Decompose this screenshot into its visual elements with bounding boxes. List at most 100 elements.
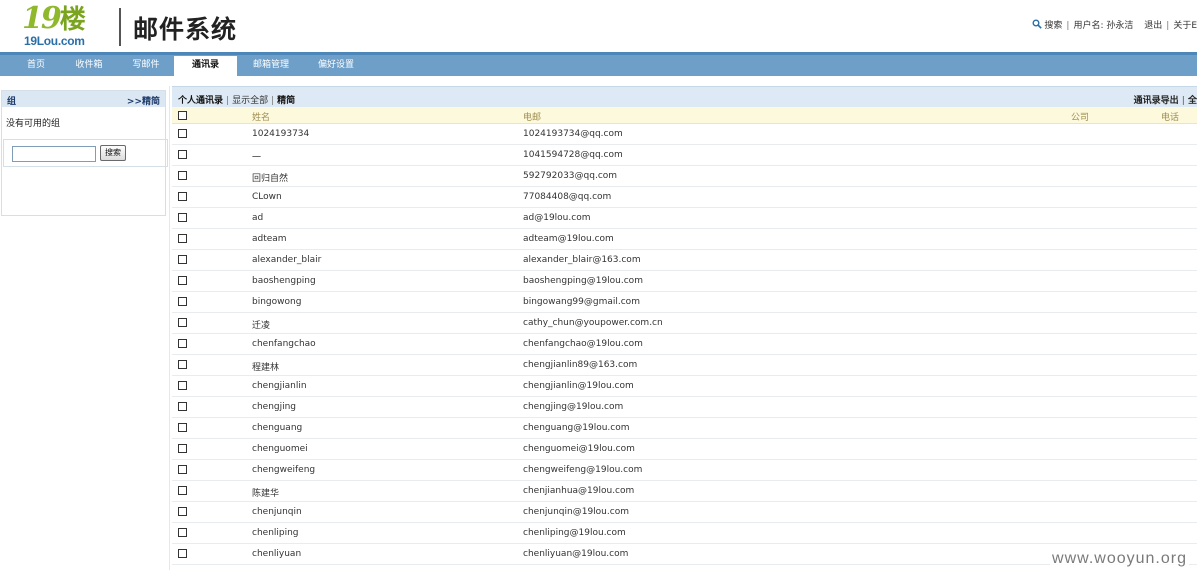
row-checkbox[interactable]: [178, 276, 187, 285]
contact-name[interactable]: chenguomei: [252, 444, 308, 454]
contact-name[interactable]: alexander_blair: [252, 255, 321, 265]
row-checkbox[interactable]: [178, 234, 187, 243]
show-all-link[interactable]: 显示全部: [232, 96, 268, 106]
contact-name[interactable]: 程建林: [252, 360, 279, 373]
about-link[interactable]: 关于E: [1173, 21, 1197, 31]
table-row[interactable]: chenjunqin chenjunqin@19lou.com: [172, 502, 1197, 523]
row-checkbox[interactable]: [178, 465, 187, 474]
nav-item-mailbox-settings[interactable]: 邮箱管理: [238, 55, 304, 76]
contact-email[interactable]: 1041594728@qq.com: [523, 150, 623, 160]
column-header-email[interactable]: 电邮: [523, 110, 541, 123]
contact-name[interactable]: baoshengping: [252, 276, 316, 286]
nav-item-inbox[interactable]: 收件箱: [58, 55, 120, 76]
table-row[interactable]: 回归自然 592792033@qq.com: [172, 166, 1197, 187]
table-row[interactable]: ad ad@19lou.com: [172, 208, 1197, 229]
contact-name[interactable]: chenjunqin: [252, 507, 302, 517]
nav-item-home[interactable]: 首页: [6, 55, 66, 76]
contact-email[interactable]: chengjianlin89@163.com: [523, 360, 637, 370]
table-row[interactable]: chenguang chenguang@19lou.com: [172, 418, 1197, 439]
column-header-phone[interactable]: 电话: [1161, 110, 1179, 123]
contact-email[interactable]: cathy_chun@youpower.com.cn: [523, 318, 663, 328]
contact-email[interactable]: ad@19lou.com: [523, 213, 590, 223]
contact-name[interactable]: chenliping: [252, 528, 299, 538]
contact-email[interactable]: chenfangchao@19lou.com: [523, 339, 643, 349]
row-checkbox[interactable]: [178, 486, 187, 495]
contact-name[interactable]: 一: [252, 150, 261, 163]
table-row[interactable]: baoshengping baoshengping@19lou.com: [172, 271, 1197, 292]
table-row[interactable]: adteam adteam@19lou.com: [172, 229, 1197, 250]
table-row[interactable]: 陈建华 chenjianhua@19lou.com: [172, 481, 1197, 502]
table-row[interactable]: 程建林 chengjianlin89@163.com: [172, 355, 1197, 376]
contact-email[interactable]: chenjunqin@19lou.com: [523, 507, 629, 517]
cut-off-link[interactable]: 全: [1188, 96, 1197, 106]
table-row[interactable]: alexander_blair alexander_blair@163.com: [172, 250, 1197, 271]
collapse-link[interactable]: >>精简: [127, 94, 160, 107]
contact-email[interactable]: adteam@19lou.com: [523, 234, 614, 244]
contact-name[interactable]: 回归自然: [252, 171, 288, 184]
column-header-name[interactable]: 姓名: [252, 110, 270, 123]
contact-name[interactable]: chenliyuan: [252, 549, 301, 559]
export-contacts-link[interactable]: 通讯录导出: [1134, 96, 1179, 106]
row-checkbox[interactable]: [178, 402, 187, 411]
contact-name[interactable]: CLown: [252, 192, 282, 202]
row-checkbox[interactable]: [178, 213, 187, 222]
row-checkbox[interactable]: [178, 360, 187, 369]
contact-name[interactable]: bingowong: [252, 297, 301, 307]
contact-email[interactable]: 1024193734@qq.com: [523, 129, 623, 139]
row-checkbox[interactable]: [178, 171, 187, 180]
select-all-checkbox[interactable]: [178, 111, 187, 120]
contact-name[interactable]: 1024193734: [252, 129, 309, 139]
contact-name[interactable]: chenfangchao: [252, 339, 316, 349]
logout-link[interactable]: 退出: [1144, 21, 1162, 31]
row-checkbox[interactable]: [178, 381, 187, 390]
contact-email[interactable]: baoshengping@19lou.com: [523, 276, 643, 286]
contact-email[interactable]: chenliyuan@19lou.com: [523, 549, 628, 559]
contact-email[interactable]: chengjing@19lou.com: [523, 402, 623, 412]
personal-contacts-link[interactable]: 个人通讯录: [178, 96, 223, 106]
row-checkbox[interactable]: [178, 444, 187, 453]
contact-email[interactable]: chengweifeng@19lou.com: [523, 465, 642, 475]
simplify-link[interactable]: 精简: [277, 96, 295, 106]
row-checkbox[interactable]: [178, 549, 187, 558]
table-row[interactable]: 一 1041594728@qq.com: [172, 145, 1197, 166]
table-row[interactable]: chenguomei chenguomei@19lou.com: [172, 439, 1197, 460]
row-checkbox[interactable]: [178, 150, 187, 159]
contact-email[interactable]: 592792033@qq.com: [523, 171, 617, 181]
contact-email[interactable]: chenjianhua@19lou.com: [523, 486, 634, 496]
contact-email[interactable]: chenguomei@19lou.com: [523, 444, 635, 454]
table-row[interactable]: 迁凌 cathy_chun@youpower.com.cn: [172, 313, 1197, 334]
table-row[interactable]: chenliyuan chenliyuan@19lou.com: [172, 544, 1197, 565]
row-checkbox[interactable]: [178, 423, 187, 432]
contact-email[interactable]: bingowang99@gmail.com: [523, 297, 640, 307]
row-checkbox[interactable]: [178, 297, 187, 306]
contact-name[interactable]: chengjing: [252, 402, 296, 412]
table-row[interactable]: chengjing chengjing@19lou.com: [172, 397, 1197, 418]
top-search-link[interactable]: 搜索: [1044, 21, 1062, 31]
table-row[interactable]: chenfangchao chenfangchao@19lou.com: [172, 334, 1197, 355]
contact-name[interactable]: chengjianlin: [252, 381, 307, 391]
contact-name[interactable]: chenguang: [252, 423, 302, 433]
site-logo[interactable]: 19楼 19Lou.com: [22, 2, 108, 49]
row-checkbox[interactable]: [178, 528, 187, 537]
nav-item-contacts[interactable]: 通讯录: [174, 56, 237, 78]
table-row[interactable]: chenliping chenliping@19lou.com: [172, 523, 1197, 544]
contact-email[interactable]: alexander_blair@163.com: [523, 255, 641, 265]
contact-name[interactable]: ad: [252, 213, 263, 223]
contact-search-button[interactable]: 搜索: [100, 145, 126, 161]
contact-name[interactable]: 陈建华: [252, 486, 279, 499]
row-checkbox[interactable]: [178, 339, 187, 348]
column-header-company[interactable]: 公司: [1071, 110, 1089, 123]
contact-name[interactable]: 迁凌: [252, 318, 270, 331]
table-row[interactable]: 1024193734 1024193734@qq.com: [172, 124, 1197, 145]
row-checkbox[interactable]: [178, 507, 187, 516]
contact-email[interactable]: 77084408@qq.com: [523, 192, 611, 202]
row-checkbox[interactable]: [178, 318, 187, 327]
nav-item-preferences[interactable]: 偏好设置: [302, 55, 370, 76]
contact-email[interactable]: chenguang@19lou.com: [523, 423, 630, 433]
contact-email[interactable]: chenliping@19lou.com: [523, 528, 626, 538]
row-checkbox[interactable]: [178, 255, 187, 264]
nav-item-compose[interactable]: 写邮件: [114, 55, 178, 76]
row-checkbox[interactable]: [178, 192, 187, 201]
table-row[interactable]: bingowong bingowang99@gmail.com: [172, 292, 1197, 313]
contact-name[interactable]: chengweifeng: [252, 465, 315, 475]
